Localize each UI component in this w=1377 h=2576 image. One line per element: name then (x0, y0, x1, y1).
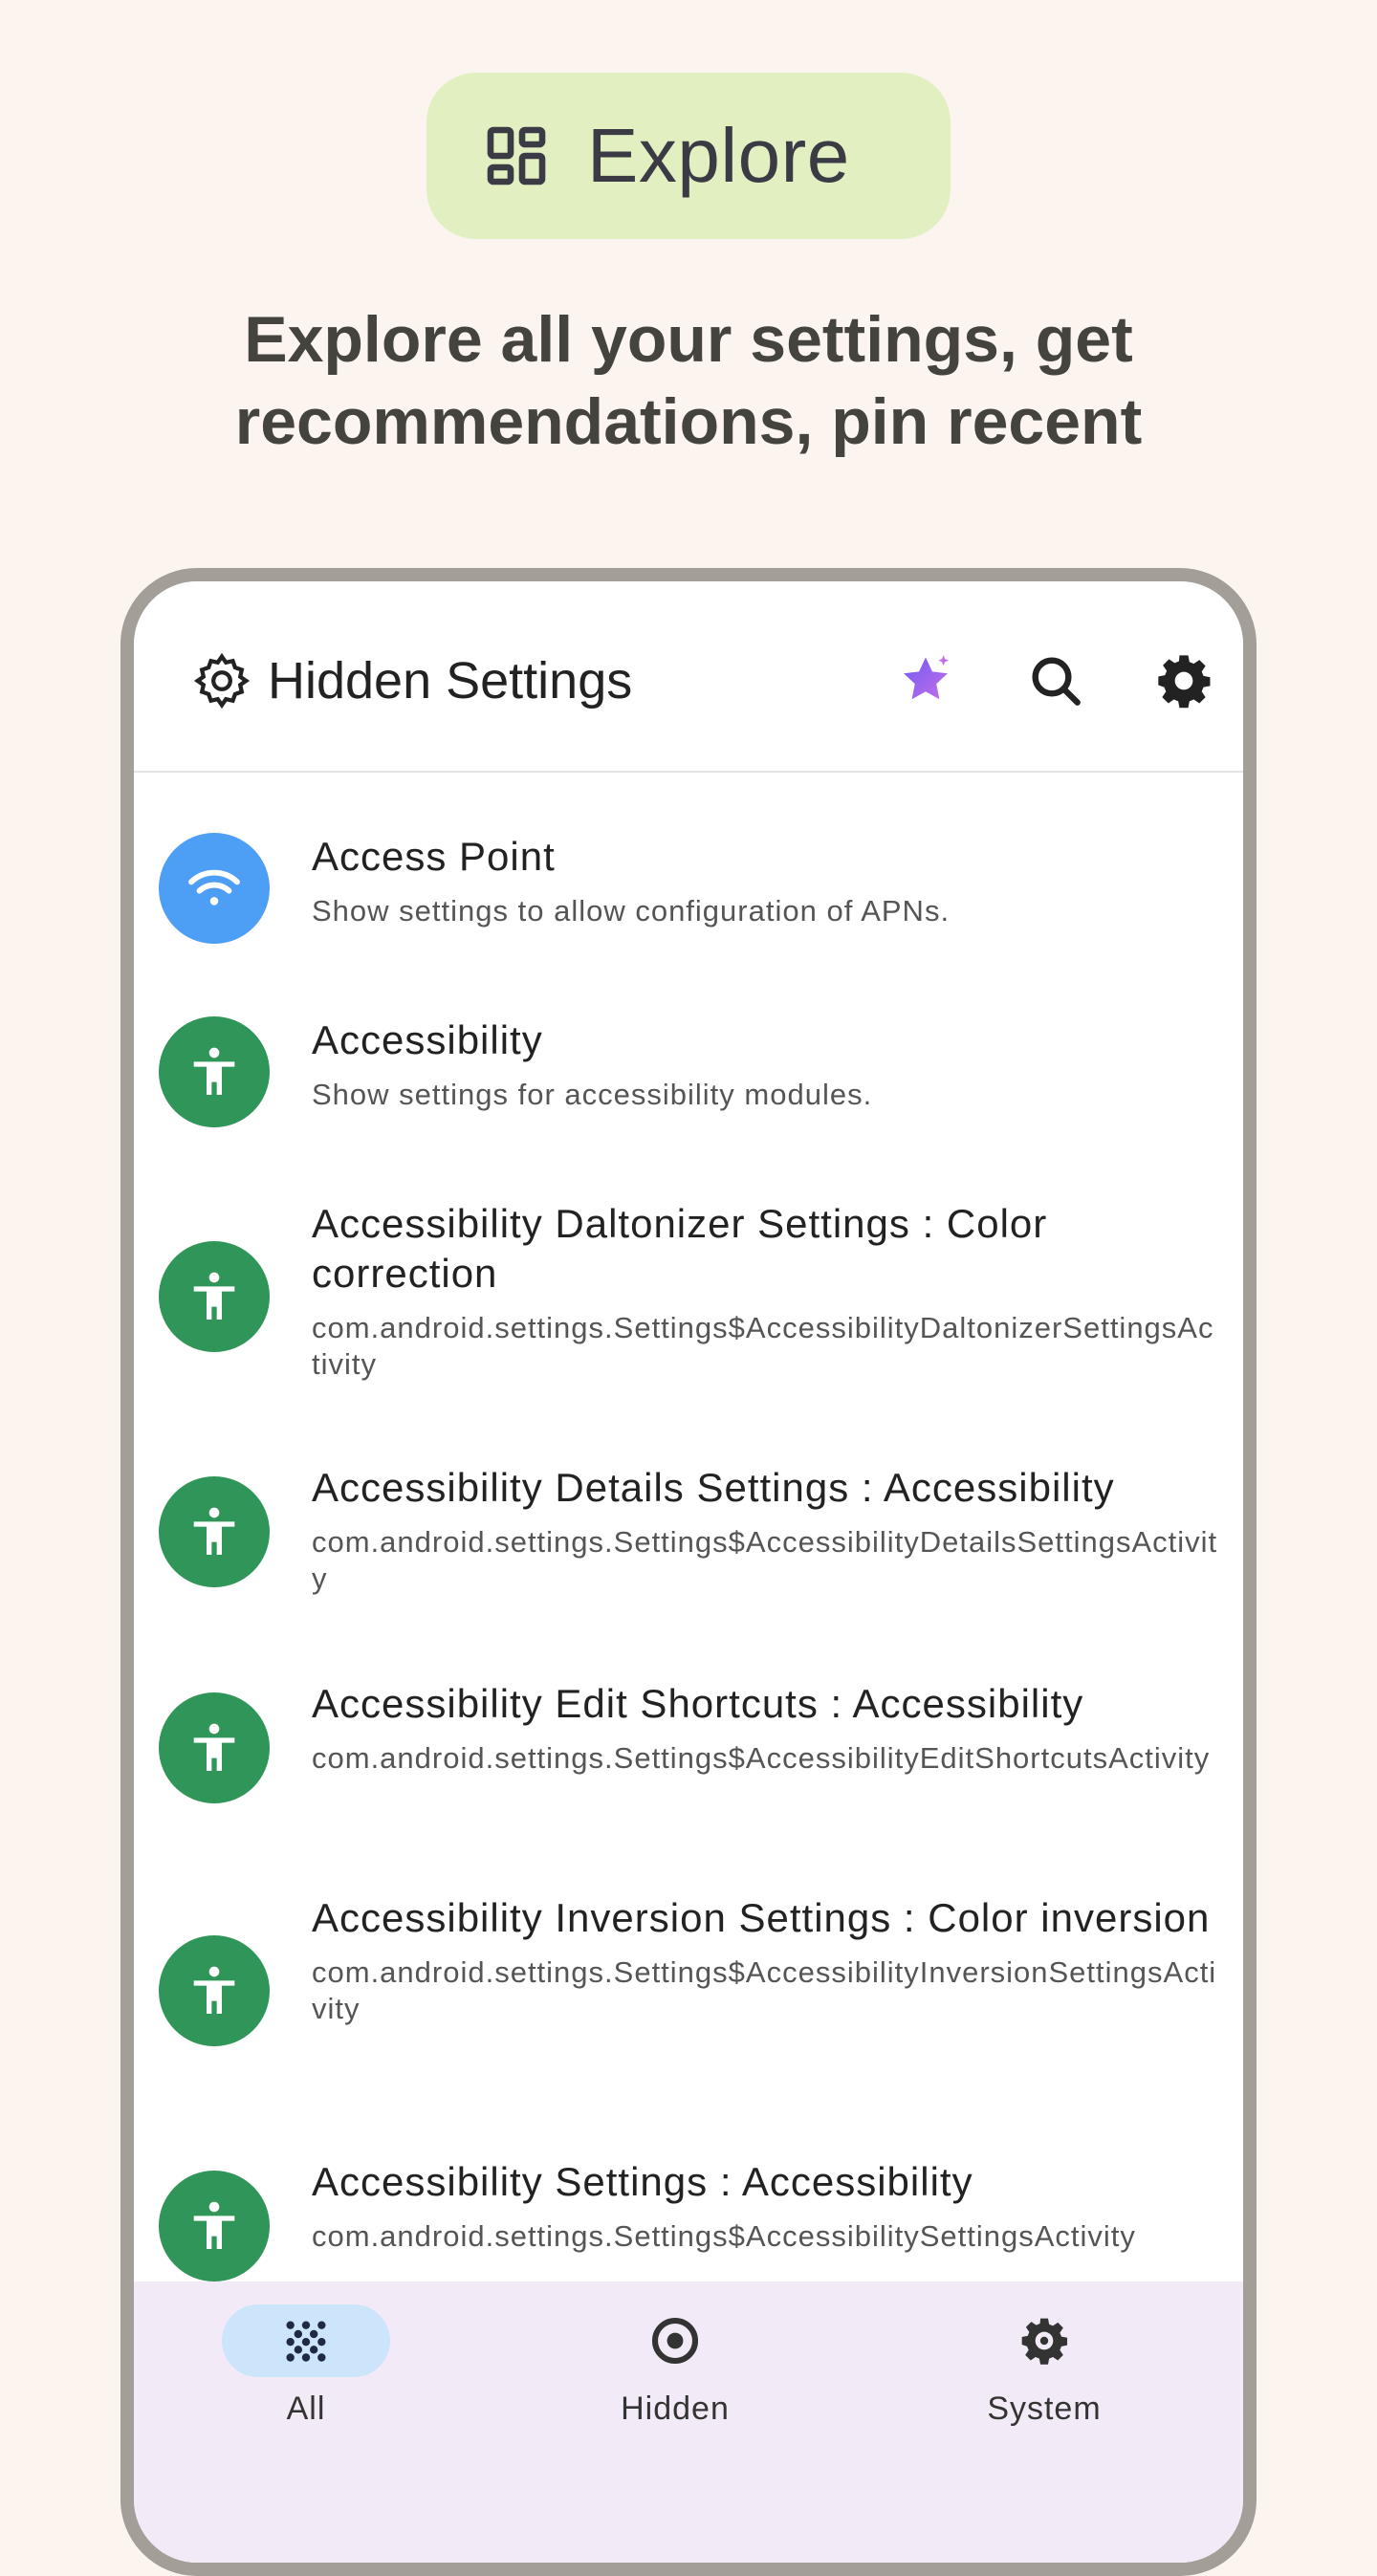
premium-star-button[interactable] (893, 648, 958, 713)
search-icon (1032, 657, 1081, 706)
system-gear-icon (1021, 2318, 1068, 2365)
settings-button[interactable] (1151, 648, 1216, 713)
explore-pill-label: Explore (587, 113, 850, 198)
app-title: Hidden Settings (268, 652, 633, 709)
list-item-text: Accessibility Daltonizer Settings : Colo… (312, 1199, 1220, 1383)
settings-outline-icon (193, 652, 251, 709)
accessibility-icon (193, 1507, 235, 1555)
list-item-text: Accessibility Details Settings : Accessi… (312, 1463, 1220, 1597)
list-item-title: Accessibility Details Settings : Accessi… (312, 1465, 1115, 1510)
list-item-avatar (159, 1476, 270, 1587)
explore-pill: Explore (426, 73, 951, 239)
list-item-title: Accessibility Daltonizer Settings : Colo… (312, 1201, 1048, 1296)
accessibility-icon (193, 1272, 235, 1320)
list-item-text: Access Point Show settings to allow conf… (312, 832, 1220, 929)
list-item[interactable]: Accessibility Inversion Settings : Color… (134, 1884, 1243, 2132)
list-item-subtitle: com.android.settings.Settings$Accessibil… (312, 1955, 1217, 2025)
nav-item-hidden[interactable]: Hidden (532, 2304, 819, 2428)
list-item-avatar (159, 2171, 270, 2281)
list-item-text: Accessibility Settings : Accessibility c… (312, 2157, 1220, 2255)
bottom-navigation: All Hidden System (134, 2281, 1243, 2563)
list-item-subtitle: Show settings for accessibility modules. (312, 1078, 873, 1111)
settings-gear-icon (1158, 655, 1211, 709)
list-item[interactable]: Accessibility Daltonizer Settings : Colo… (134, 1190, 1243, 1438)
wifi-icon (188, 869, 240, 906)
accessibility-icon (193, 2201, 235, 2249)
list-item-avatar (159, 833, 270, 944)
nav-indicator (960, 2304, 1128, 2377)
subtitle-line-2: recommendations, pin recent (234, 385, 1143, 458)
nav-indicator (591, 2304, 759, 2377)
list-item-title: Accessibility Settings : Accessibility (312, 2159, 973, 2204)
accessibility-icon (193, 1723, 235, 1771)
premium-star-icon (904, 655, 949, 700)
search-button[interactable] (1023, 648, 1088, 713)
app-title-group: Hidden Settings (191, 650, 632, 711)
accessibility-icon (193, 1047, 235, 1095)
list-item-subtitle: com.android.settings.Settings$Accessibil… (312, 2219, 1136, 2253)
list-item-text: Accessibility Edit Shortcuts : Accessibi… (312, 1679, 1220, 1777)
nav-indicator (222, 2304, 390, 2377)
list-item-avatar (159, 1692, 270, 1803)
list-item-text: Accessibility Show settings for accessib… (312, 1015, 1220, 1113)
list-item-subtitle: com.android.settings.Settings$Accessibil… (312, 1311, 1214, 1381)
nav-label-all: All (286, 2390, 326, 2427)
list-item-avatar (159, 1241, 270, 1352)
hidden-circle-icon (651, 2317, 699, 2365)
list-item[interactable]: Accessibility Show settings for accessib… (134, 1006, 1243, 1176)
list-item-avatar (159, 1935, 270, 2046)
nav-item-all[interactable]: All (163, 2304, 449, 2428)
dots-grid-icon (286, 2321, 326, 2362)
list-item-avatar (159, 1016, 270, 1127)
nav-item-system[interactable]: System (901, 2304, 1188, 2428)
list-item-subtitle: Show settings to allow configuration of … (312, 894, 951, 928)
list-item-text: Accessibility Inversion Settings : Color… (312, 1893, 1220, 2027)
list-item[interactable]: Accessibility Details Settings : Accessi… (134, 1453, 1243, 1654)
nav-label-system: System (987, 2390, 1102, 2427)
phone-frame: Hidden Settings Access Point Show settin… (120, 568, 1257, 2576)
promo-subtitle: Explore all your settings, get recommend… (96, 298, 1281, 463)
accessibility-icon (193, 1966, 235, 2014)
list-item[interactable]: Access Point Show settings to allow conf… (134, 822, 1243, 993)
list-item-subtitle: com.android.settings.Settings$Accessibil… (312, 1525, 1218, 1595)
app-bar: Hidden Settings (134, 581, 1243, 773)
list-item-title: Accessibility (312, 1017, 543, 1062)
list-item-title: Accessibility Edit Shortcuts : Accessibi… (312, 1681, 1084, 1726)
list-item[interactable]: Accessibility Edit Shortcuts : Accessibi… (134, 1670, 1243, 1870)
nav-label-hidden: Hidden (621, 2390, 730, 2427)
list-item-title: Accessibility Inversion Settings : Color… (312, 1895, 1211, 1940)
list-item-title: Access Point (312, 834, 556, 879)
list-item-subtitle: com.android.settings.Settings$Accessibil… (312, 1741, 1211, 1775)
subtitle-line-1: Explore all your settings, get (244, 303, 1133, 376)
dashboard-icon (487, 126, 546, 186)
